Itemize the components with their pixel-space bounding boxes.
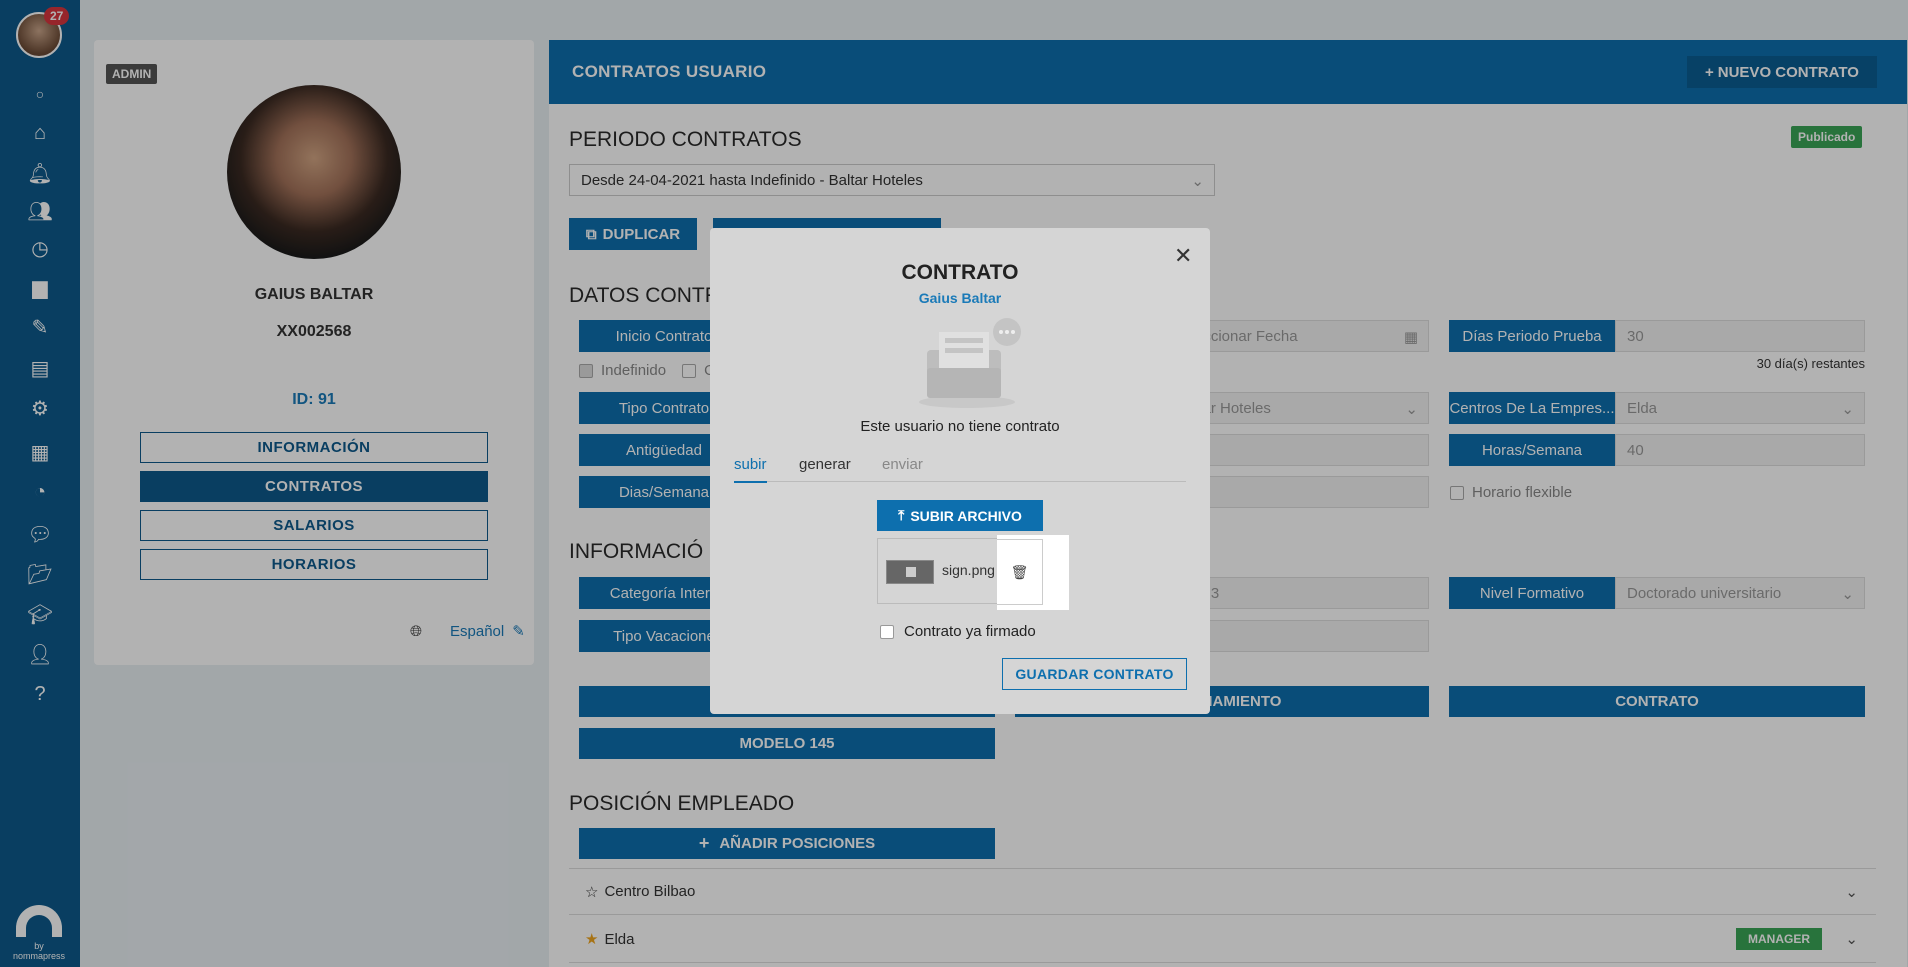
tab-generar[interactable]: generar bbox=[799, 456, 851, 473]
upload-label: SUBIR ARCHIVO bbox=[910, 507, 1022, 524]
modal-subtitle: Gaius Baltar bbox=[918, 290, 1002, 306]
tab-subir[interactable]: subir bbox=[734, 456, 767, 483]
signed-label: Contrato ya firmado bbox=[904, 623, 1036, 640]
upload-button[interactable]: ⤒ SUBIR ARCHIVO bbox=[877, 500, 1043, 531]
signed-checkbox-box bbox=[880, 624, 894, 639]
tab-enviar[interactable]: enviar bbox=[882, 456, 923, 473]
upload-icon: ⤒ bbox=[898, 507, 905, 523]
file-name: sign.png bbox=[942, 562, 995, 578]
modal-tabs: subir generar enviar bbox=[734, 450, 1186, 483]
trash-icon[interactable]: 🗑︎ bbox=[997, 539, 1043, 605]
delete-file-highlight: 🗑︎ bbox=[997, 535, 1069, 610]
modal-title: CONTRATO bbox=[901, 261, 1019, 284]
save-contract-button[interactable]: GUARDAR CONTRATO bbox=[1002, 658, 1187, 690]
empty-inbox-icon bbox=[919, 318, 1021, 408]
signed-checkbox[interactable]: Contrato ya firmado bbox=[880, 623, 1036, 640]
contract-modal: ✕ CONTRATO Gaius Baltar Este usuario no … bbox=[710, 228, 1210, 714]
empty-message: Este usuario no tiene contrato bbox=[860, 418, 1060, 435]
file-thumbnail bbox=[886, 560, 934, 584]
